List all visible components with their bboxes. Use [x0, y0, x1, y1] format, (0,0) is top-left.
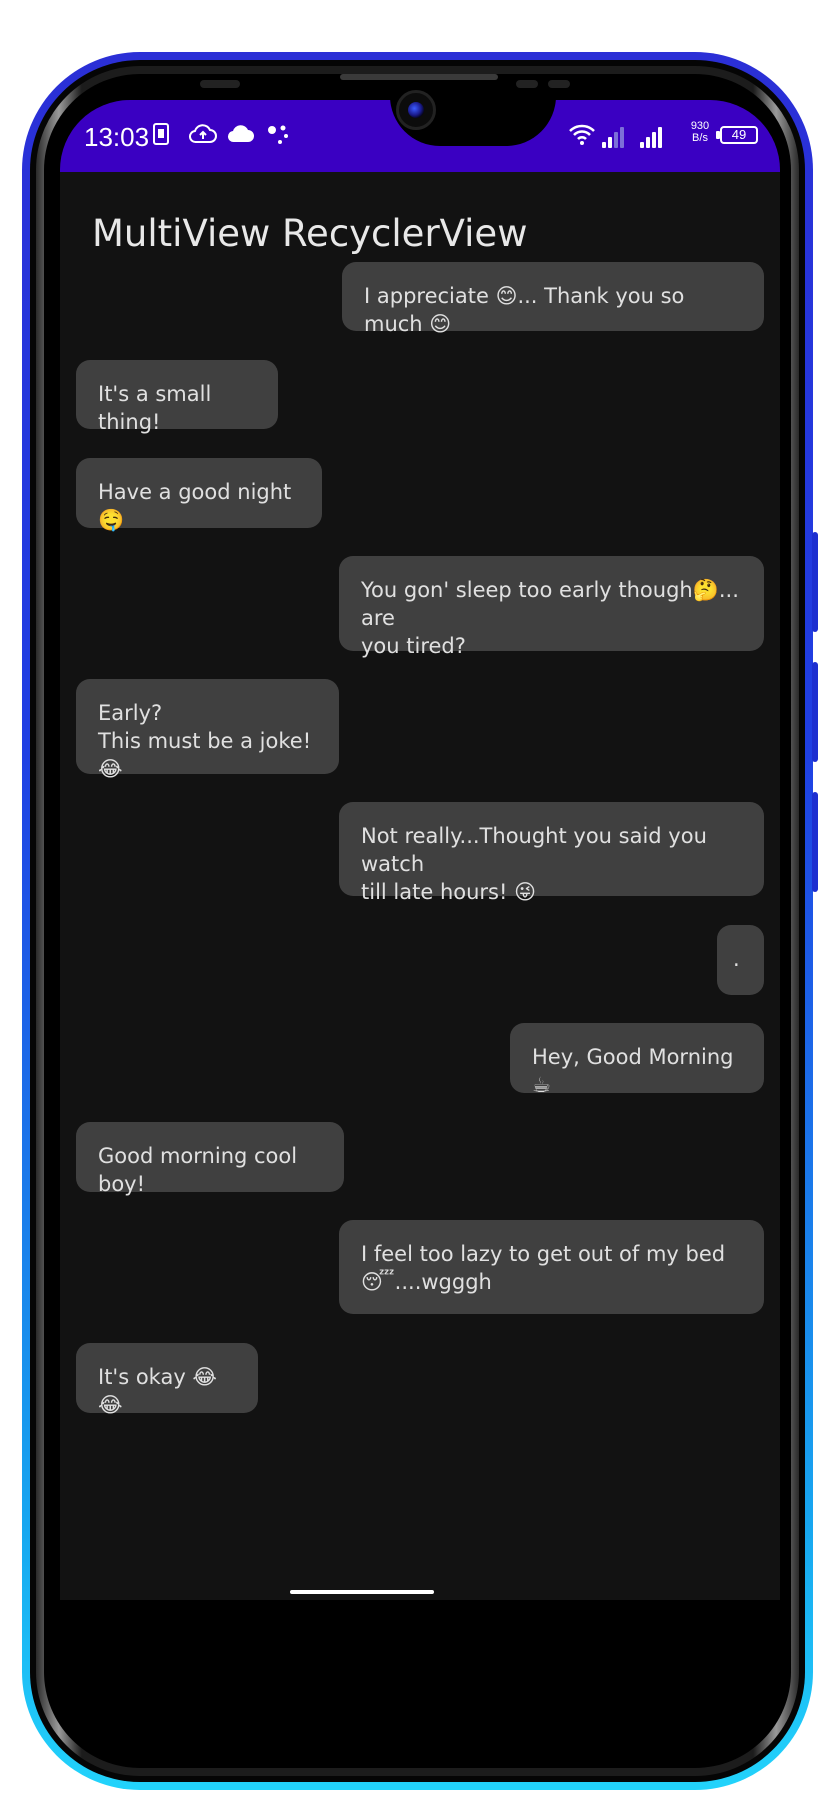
message-bubble-sent[interactable]: Hey, Good Morning ☕ [510, 1023, 764, 1097]
home-gesture-bar[interactable] [290, 1590, 434, 1594]
earpiece-speaker [340, 74, 498, 80]
sim-card-icon [152, 122, 170, 153]
wifi-icon [568, 122, 596, 153]
front-camera [396, 90, 436, 130]
screen: 13:03 930 B/s 49 MultiView RecyclerView … [60, 100, 780, 1675]
network-speed: 930 B/s [690, 120, 710, 144]
message-bubble-sent[interactable]: Not really...Thought you said you watch … [339, 802, 764, 904]
message-bubble-sent[interactable]: . [717, 925, 764, 995]
cloud-icon [226, 122, 256, 153]
message-bubble-sent[interactable]: I feel too lazy to get out of my bed 😴..… [339, 1220, 764, 1314]
signal-icon [602, 122, 624, 148]
status-time: 13:03 [84, 122, 150, 152]
volume-up-button [812, 662, 818, 762]
volume-down-button [812, 792, 818, 892]
message-bubble-received[interactable]: Have a good night 🤤 [76, 458, 322, 532]
page-title: MultiView RecyclerView [92, 212, 528, 255]
message-bubble-received[interactable]: Early? This must be a joke! 😂 [76, 679, 339, 781]
light-sensor [548, 80, 570, 88]
message-bubble-received[interactable]: It's okay 😂 😂 [76, 1343, 258, 1417]
power-button [812, 532, 818, 632]
proximity-sensor [200, 80, 240, 88]
message-bubble-received[interactable]: Good morning cool boy! [76, 1122, 344, 1196]
light-sensor [516, 80, 538, 88]
message-bubble-sent[interactable]: You gon' sleep too early though🤔... are … [339, 556, 764, 658]
navigation-bar [60, 1600, 780, 1675]
signal-icon [640, 122, 662, 148]
message-bubble-received[interactable]: It's a small thing! [76, 360, 278, 434]
battery-icon: 49 [720, 126, 758, 144]
assistant-dots-icon [266, 122, 292, 153]
message-bubble-sent[interactable]: I appreciate 😊... Thank you so much 😊 [342, 262, 764, 336]
cloud-upload-icon [188, 122, 218, 153]
